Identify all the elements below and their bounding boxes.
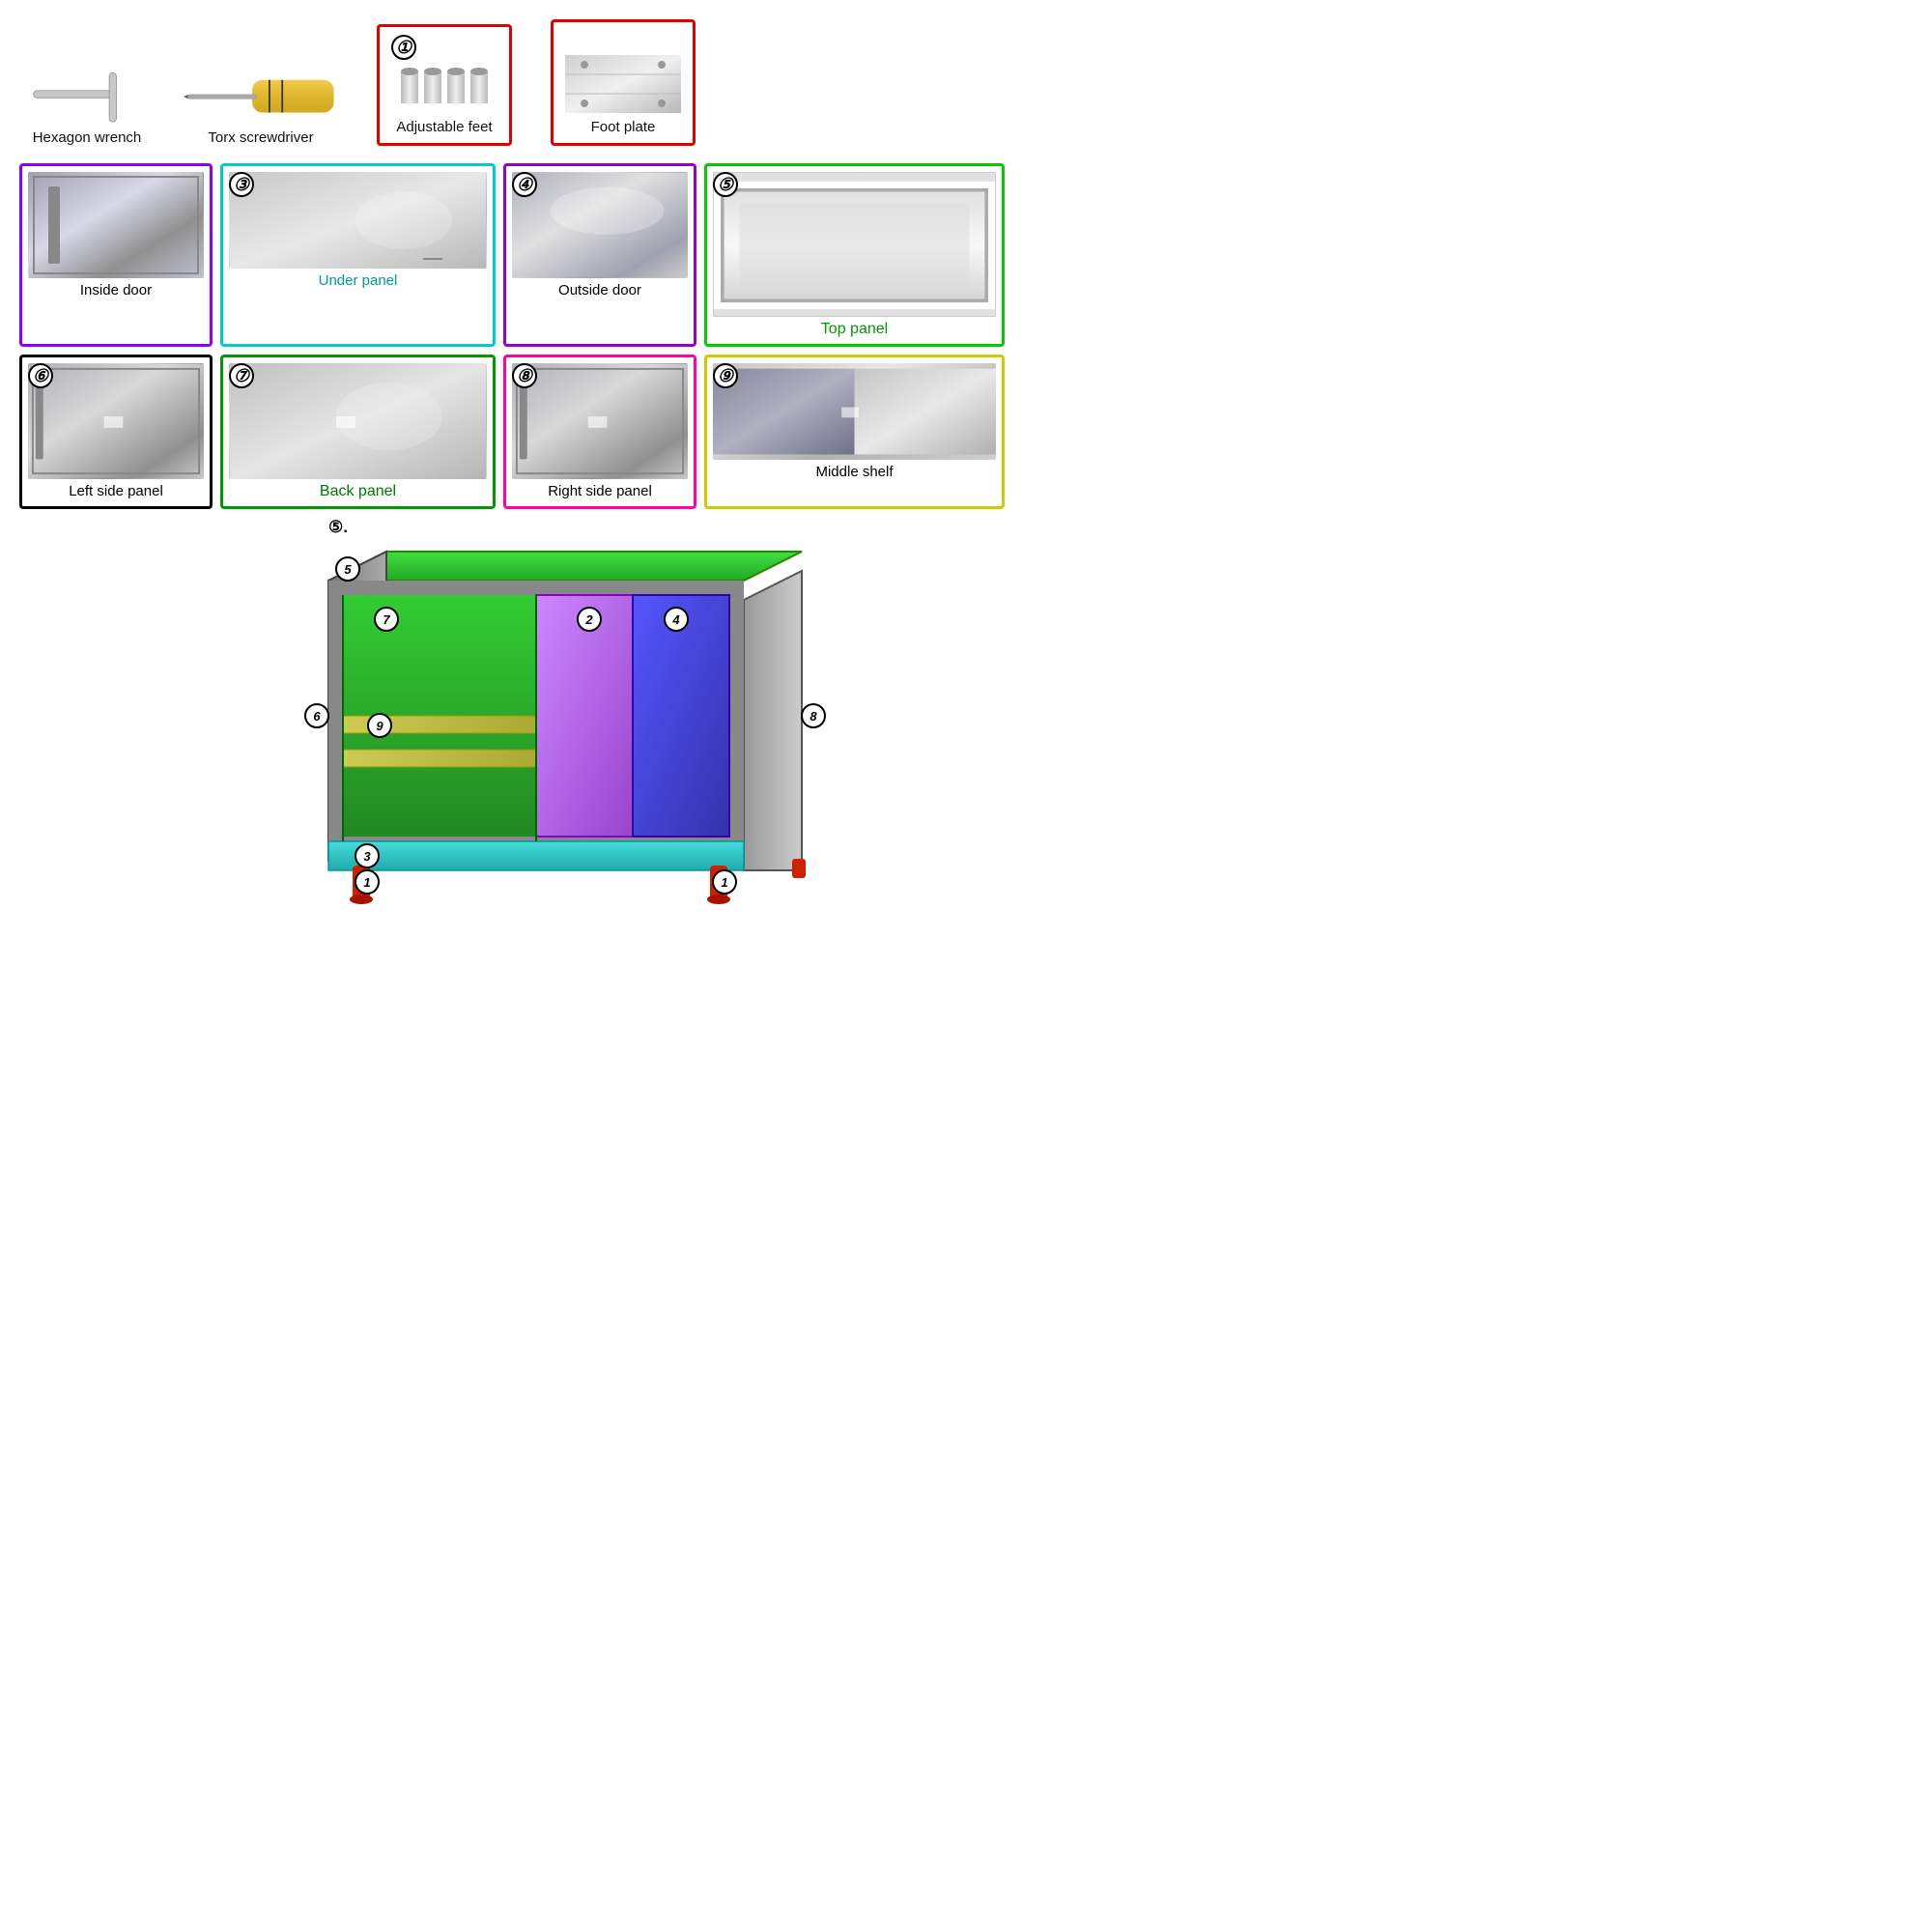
- hexagon-wrench-icon: [29, 66, 145, 124]
- top-panel-box: ⑤ Top panel: [704, 163, 1005, 347]
- svg-text:9: 9: [376, 719, 384, 733]
- right-side-panel-badge: ⑧: [512, 363, 537, 388]
- svg-text:3: 3: [363, 849, 371, 864]
- under-panel-label: Under panel: [319, 272, 398, 289]
- outside-door-box: ④ Outside door: [503, 163, 696, 347]
- foot-plate-box: Foot plate: [551, 19, 696, 146]
- svg-text:1: 1: [363, 875, 370, 890]
- inside-door-label: Inside door: [80, 282, 152, 298]
- right-side-panel-image: [512, 363, 688, 479]
- right-side-panel-box: ⑧ Right si: [503, 355, 696, 509]
- outside-door-label: Outside door: [558, 282, 641, 298]
- page: Hexagon wrench: [0, 0, 1024, 928]
- svg-text:4: 4: [671, 612, 680, 627]
- svg-text:5: 5: [344, 562, 352, 577]
- middle-shelf-badge: ⑨: [713, 363, 738, 388]
- torx-screwdriver-item: Torx screwdriver: [184, 71, 338, 146]
- left-side-panel-label: Left side panel: [69, 483, 163, 499]
- svg-text:2: 2: [584, 612, 593, 627]
- adjustable-feet-badge: ①: [391, 35, 416, 60]
- svg-text:8: 8: [810, 709, 817, 724]
- diagram-5-label: ⑤.: [328, 518, 348, 537]
- under-panel-box: ③ Under panel: [220, 163, 496, 347]
- middle-shelf-label: Middle shelf: [815, 464, 893, 480]
- adjustable-feet-image: [401, 60, 488, 113]
- under-panel-badge: ③: [229, 172, 254, 197]
- back-panel-box: ⑦ Back panel: [220, 355, 496, 509]
- back-panel-image: [229, 363, 487, 479]
- svg-text:6: 6: [313, 709, 321, 724]
- right-side-panel-label: Right side panel: [548, 483, 652, 499]
- left-side-panel-badge: ⑥: [28, 363, 53, 388]
- cabinet-diagram: 1 1 2 3 4 5 6 7 8 9: [174, 523, 850, 909]
- torx-screwdriver-icon: [184, 71, 338, 124]
- adjustable-feet-box: ① Adjustable feet: [377, 24, 512, 146]
- adjustable-feet-label: Adjustable feet: [396, 119, 492, 135]
- middle-shelf-image: [713, 363, 996, 460]
- foot-plate-image: [565, 55, 681, 113]
- top-panel-label: Top panel: [821, 321, 888, 338]
- outside-door-badge: ④: [512, 172, 537, 197]
- back-panel-badge: ⑦: [229, 363, 254, 388]
- left-side-panel-image: [28, 363, 204, 479]
- left-side-panel-box: ⑥: [19, 355, 213, 509]
- top-panel-badge: ⑤: [713, 172, 738, 197]
- middle-shelf-box: ⑨: [704, 355, 1005, 509]
- under-panel-image: [229, 172, 487, 269]
- back-panel-label: Back panel: [320, 483, 396, 500]
- hexagon-wrench-item: Hexagon wrench: [29, 66, 145, 146]
- outside-door-image: [512, 172, 688, 278]
- hexagon-wrench-label: Hexagon wrench: [33, 129, 142, 146]
- torx-screwdriver-label: Torx screwdriver: [208, 129, 313, 146]
- inside-door-image: [28, 172, 204, 278]
- svg-text:1: 1: [721, 875, 727, 890]
- top-panel-image: [713, 172, 996, 317]
- svg-text:7: 7: [383, 612, 390, 627]
- tools-row: Hexagon wrench: [19, 19, 1005, 146]
- foot-plate-label: Foot plate: [591, 119, 656, 135]
- diagram-section: ⑤.: [19, 523, 1005, 909]
- inside-door-box: ② Inside door: [19, 163, 213, 347]
